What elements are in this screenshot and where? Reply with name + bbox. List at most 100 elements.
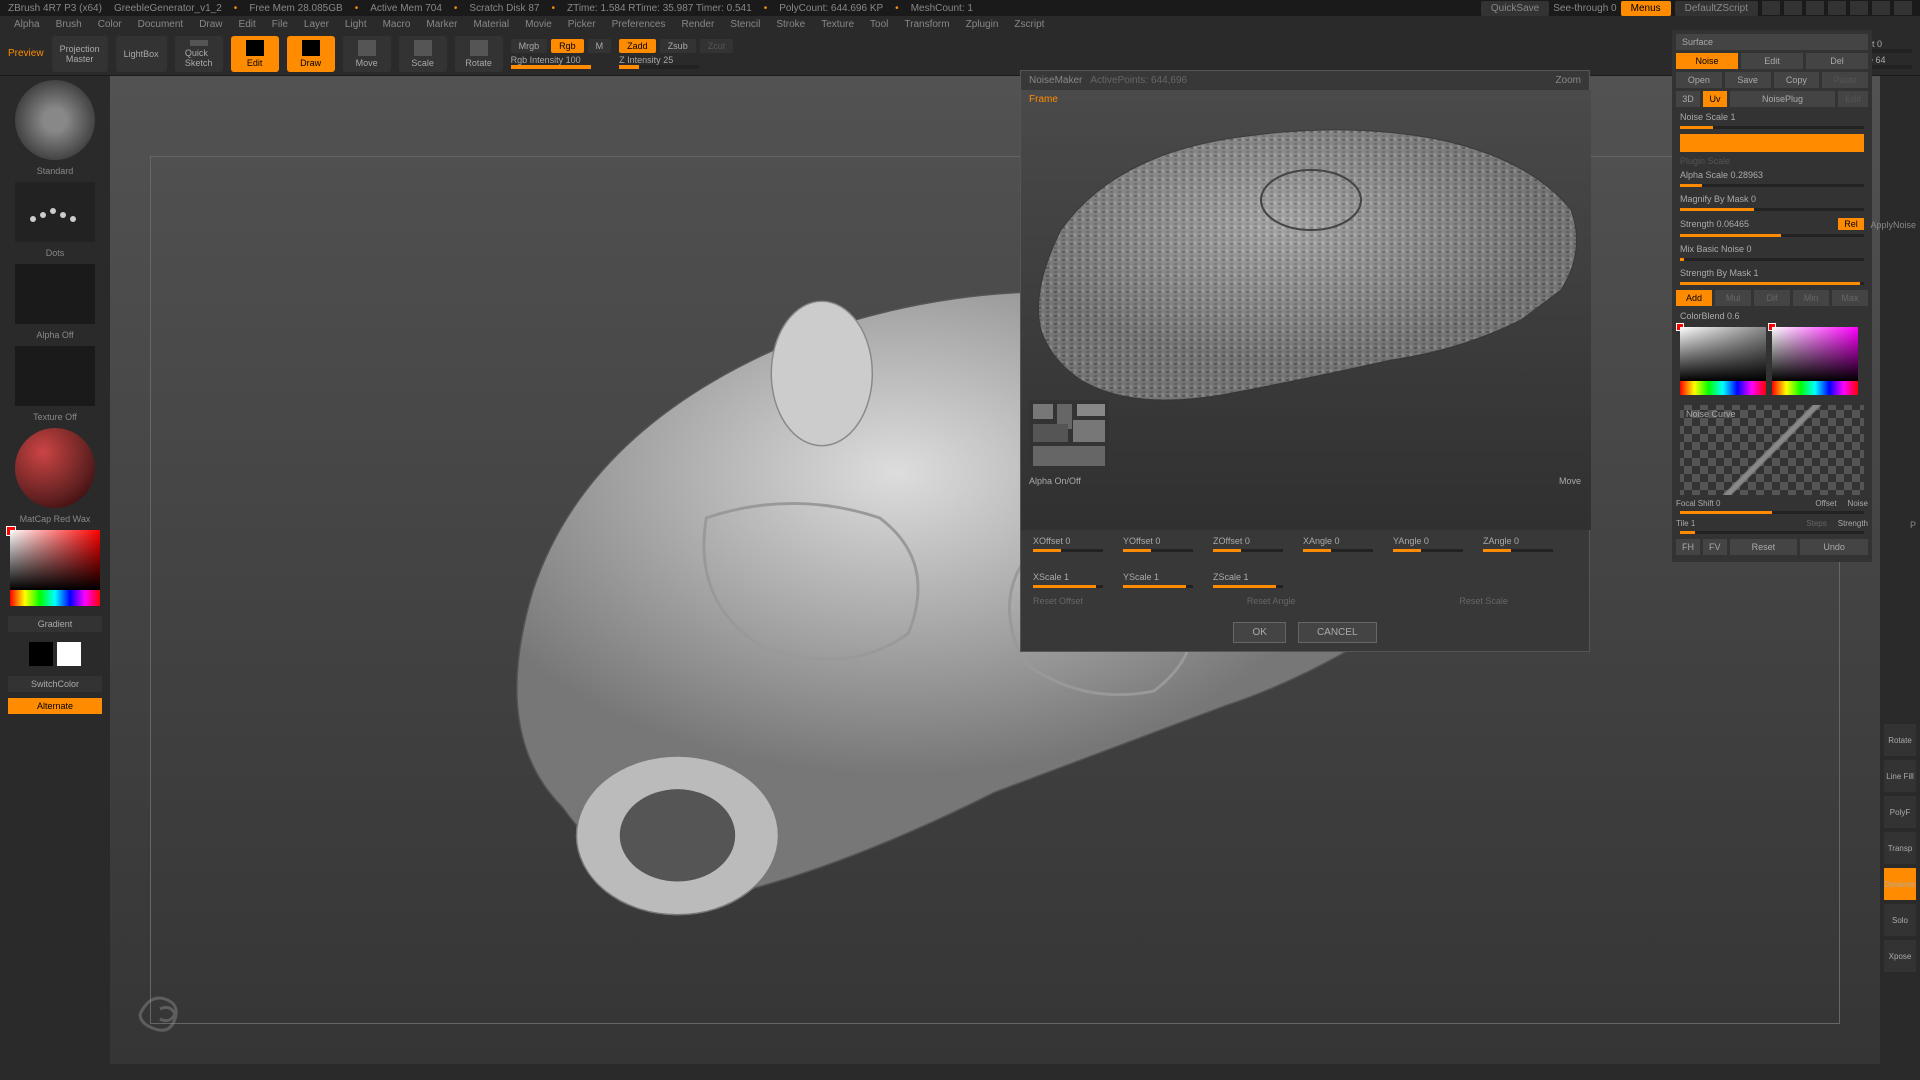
seethrough-slider[interactable]: See-through 0 <box>1553 3 1616 14</box>
edit2-button[interactable]: Edit <box>1838 91 1868 107</box>
paste-button[interactable]: Paste <box>1822 72 1868 88</box>
menu-edit[interactable]: Edit <box>233 19 262 30</box>
noiseplug-button[interactable]: NoisePlug <box>1730 91 1835 107</box>
lightbox-button[interactable]: LightBox <box>116 36 167 72</box>
move-label[interactable]: Move <box>1559 476 1581 486</box>
menu-render[interactable]: Render <box>676 19 721 30</box>
tile-slider[interactable] <box>1680 531 1864 534</box>
layout-icon[interactable] <box>1828 1 1846 15</box>
material-preview[interactable] <box>15 428 95 508</box>
defaultzscript-button[interactable]: DefaultZScript <box>1675 1 1758 16</box>
xangle-slider[interactable]: XAngle 0 <box>1303 536 1373 552</box>
menu-movie[interactable]: Movie <box>519 19 558 30</box>
projection-master-button[interactable]: Projection Master <box>52 36 108 72</box>
close-icon[interactable] <box>1894 1 1912 15</box>
rel-button[interactable]: Rel <box>1838 218 1864 230</box>
layout-icon[interactable] <box>1762 1 1780 15</box>
rail-transp[interactable]: Transp <box>1884 832 1916 864</box>
texture-preview[interactable] <box>15 346 95 406</box>
menu-texture[interactable]: Texture <box>815 19 860 30</box>
menu-tool[interactable]: Tool <box>864 19 894 30</box>
del-button[interactable]: Del <box>1806 53 1868 69</box>
brush-preview[interactable] <box>15 80 95 160</box>
alpha-preview[interactable] <box>15 264 95 324</box>
minimize-icon[interactable] <box>1850 1 1868 15</box>
reset-scale-button[interactable]: Reset Scale <box>1459 596 1508 606</box>
surface-header[interactable]: Surface <box>1676 34 1868 50</box>
mrgb-button[interactable]: Mrgb <box>511 39 548 53</box>
blend-max[interactable]: Max <box>1832 290 1868 306</box>
strength-slider[interactable] <box>1680 234 1864 237</box>
cancel-button[interactable]: CANCEL <box>1298 622 1377 643</box>
menu-zscript[interactable]: Zscript <box>1008 19 1050 30</box>
menus-button[interactable]: Menus <box>1621 1 1671 16</box>
move-mode-button[interactable]: Move <box>343 36 391 72</box>
menu-light[interactable]: Light <box>339 19 373 30</box>
fh-button[interactable]: FH <box>1676 539 1700 555</box>
swatch-black[interactable] <box>29 642 53 666</box>
yangle-slider[interactable]: YAngle 0 <box>1393 536 1463 552</box>
menu-picker[interactable]: Picker <box>562 19 602 30</box>
menu-file[interactable]: File <box>266 19 294 30</box>
reset-button[interactable]: Reset <box>1730 539 1798 555</box>
gradient-button[interactable]: Gradient <box>8 616 102 632</box>
undo-button[interactable]: Undo <box>1800 539 1868 555</box>
menu-marker[interactable]: Marker <box>420 19 463 30</box>
applynoise-label[interactable]: ApplyNoise <box>1870 220 1916 230</box>
switchcolor-button[interactable]: SwitchColor <box>8 676 102 692</box>
alpha-toggle-label[interactable]: Alpha On/Off <box>1029 476 1081 486</box>
quicksketch-button[interactable]: Quick Sketch <box>175 36 223 72</box>
menu-stencil[interactable]: Stencil <box>724 19 766 30</box>
z-intensity-slider[interactable] <box>619 65 699 69</box>
mix-basic-slider[interactable] <box>1680 258 1864 261</box>
zadd-button[interactable]: Zadd <box>619 39 656 53</box>
zoom-handle-icon[interactable]: Zoom <box>1555 75 1581 86</box>
layout-icon[interactable] <box>1784 1 1802 15</box>
menu-layer[interactable]: Layer <box>298 19 335 30</box>
uv-button[interactable]: Uv <box>1703 91 1727 107</box>
edit-button[interactable]: Edit <box>1741 53 1803 69</box>
reset-angle-button[interactable]: Reset Angle <box>1247 596 1296 606</box>
alternate-button[interactable]: Alternate <box>8 698 102 714</box>
menu-draw[interactable]: Draw <box>193 19 228 30</box>
menu-macro[interactable]: Macro <box>377 19 417 30</box>
draw-mode-button[interactable]: Draw <box>287 36 335 72</box>
m-button[interactable]: M <box>588 39 612 53</box>
3d-button[interactable]: 3D <box>1676 91 1700 107</box>
menu-document[interactable]: Document <box>132 19 190 30</box>
scale-mode-button[interactable]: Scale <box>399 36 447 72</box>
menu-stroke[interactable]: Stroke <box>770 19 811 30</box>
blend-min[interactable]: Min <box>1793 290 1829 306</box>
xscale-slider[interactable]: XScale 1 <box>1033 572 1103 588</box>
zangle-slider[interactable]: ZAngle 0 <box>1483 536 1553 552</box>
alpha-thumbnail[interactable] <box>1029 400 1109 470</box>
zsub-button[interactable]: Zsub <box>660 39 696 53</box>
strength-mask-slider[interactable] <box>1680 282 1864 285</box>
rail-xpose[interactable]: Xpose <box>1884 940 1916 972</box>
reset-offset-button[interactable]: Reset Offset <box>1033 596 1083 606</box>
blend-dif[interactable]: Dif <box>1754 290 1790 306</box>
zcut-button[interactable]: Zcut <box>700 39 734 53</box>
stroke-preview[interactable] <box>15 182 95 242</box>
magnify-slider[interactable] <box>1680 208 1864 211</box>
blend-mul[interactable]: Mul <box>1715 290 1751 306</box>
rail-dynamic[interactable]: Dynamic <box>1884 868 1916 900</box>
noise-curve-editor[interactable]: Noise Curve <box>1680 405 1864 495</box>
frame-label[interactable]: Frame <box>1029 94 1058 105</box>
menu-alpha[interactable]: Alpha <box>8 19 46 30</box>
rail-rotate[interactable]: Rotate <box>1884 724 1916 756</box>
main-canvas[interactable] <box>110 76 1880 1064</box>
menu-material[interactable]: Material <box>468 19 516 30</box>
focal-slider[interactable] <box>1680 511 1864 514</box>
copy-button[interactable]: Copy <box>1774 72 1820 88</box>
rgb-button[interactable]: Rgb <box>551 39 584 53</box>
ok-button[interactable]: OK <box>1233 622 1285 643</box>
menu-transform[interactable]: Transform <box>898 19 955 30</box>
noise-preview[interactable]: Frame Alpha On/Off Move <box>1021 90 1591 530</box>
swatch-white[interactable] <box>57 642 81 666</box>
menu-brush[interactable]: Brush <box>50 19 88 30</box>
menu-zplugin[interactable]: Zplugin <box>960 19 1005 30</box>
color-picker[interactable] <box>10 530 100 610</box>
rail-solo[interactable]: Solo <box>1884 904 1916 936</box>
quicksave-button[interactable]: QuickSave <box>1481 1 1549 16</box>
